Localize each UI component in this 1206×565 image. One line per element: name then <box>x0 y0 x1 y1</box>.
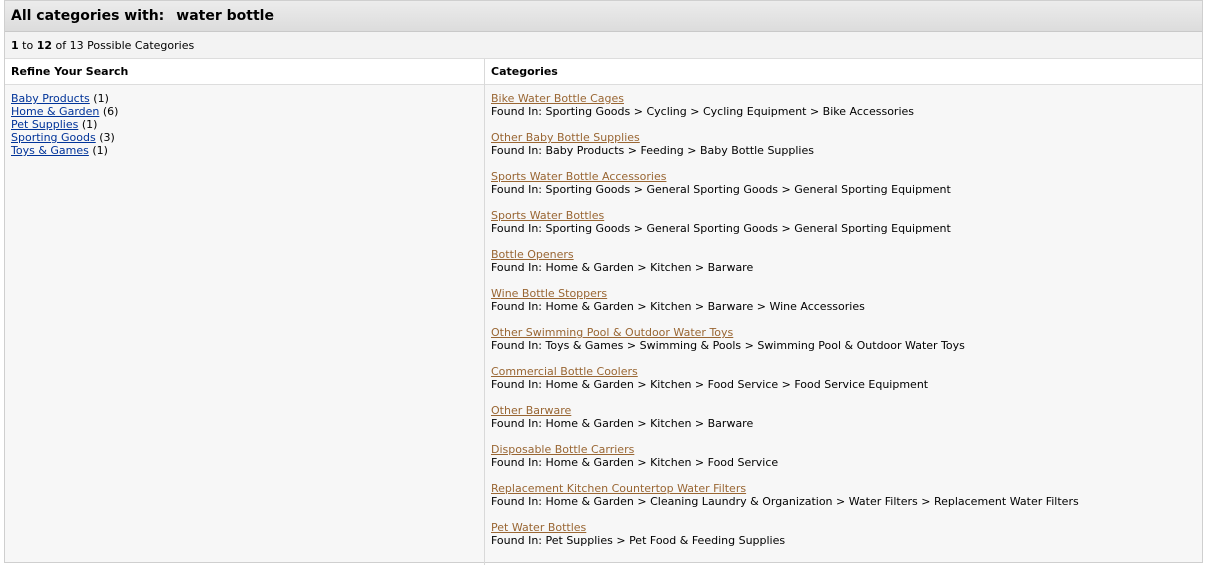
category-item: Bike Water Bottle Cages Found In: Sportin… <box>491 92 1196 118</box>
category-item: Disposable Bottle Carriers Found In: Home… <box>491 443 1196 469</box>
count-to: to <box>22 38 34 52</box>
category-path: Found In: Home & Garden > Kitchen > Barw… <box>491 300 865 313</box>
refine-link[interactable]: Toys & Games <box>11 144 89 157</box>
count-rest: of 13 Possible Categories <box>55 38 195 52</box>
category-path: Found In: Home & Garden > Kitchen > Barw… <box>491 261 754 274</box>
results-columns: Refine Your Search Baby Products (1) Home… <box>5 59 1202 565</box>
category-link[interactable]: Other Barware <box>491 404 571 417</box>
refine-count: (3) <box>99 131 115 144</box>
category-link[interactable]: Pet Water Bottles <box>491 521 586 534</box>
refine-list: Baby Products (1) Home & Garden (6) Pet Su… <box>5 85 484 157</box>
refine-count: (1) <box>92 144 108 157</box>
category-path: Found In: Baby Products > Feeding > Baby… <box>491 144 814 157</box>
refine-item: Home & Garden (6) <box>11 105 478 118</box>
category-results-panel: All categories with: water bottle 1 to 1… <box>4 0 1203 565</box>
category-path: Found In: Home & Garden > Kitchen > Barw… <box>491 417 754 430</box>
category-item: Sports Water Bottles Found In: Sporting G… <box>491 209 1196 235</box>
category-link[interactable]: Disposable Bottle Carriers <box>491 443 634 456</box>
results-header: All categories with: water bottle <box>5 1 1202 32</box>
category-path: Found In: Home & Garden > Kitchen > Food… <box>491 378 929 391</box>
category-path: Found In: Toys & Games > Swimming & Pool… <box>491 339 965 352</box>
category-path: Found In: Home & Garden > Kitchen > Food… <box>491 456 779 469</box>
category-link[interactable]: Bike Water Bottle Cages <box>491 92 624 105</box>
category-path: Found In: Sporting Goods > General Sport… <box>491 183 951 196</box>
category-item: Other Swimming Pool & Outdoor Water Toys… <box>491 326 1196 352</box>
refine-count: (6) <box>102 105 119 118</box>
category-link[interactable]: Other Baby Bottle Supplies <box>491 131 640 144</box>
category-item: Commercial Bottle Coolers Found In: Home … <box>491 365 1196 391</box>
refine-heading: Refine Your Search <box>5 59 484 85</box>
refine-link[interactable]: Baby Products <box>11 92 90 105</box>
category-path: Found In: Home & Garden > Cleaning Laund… <box>491 495 1079 508</box>
category-item: Wine Bottle Stoppers Found In: Home & Gar… <box>491 287 1196 313</box>
count-end: 12 <box>36 38 53 52</box>
categories-heading: Categories <box>485 59 1202 85</box>
refine-item: Pet Supplies (1) <box>11 118 478 131</box>
category-link[interactable]: Sports Water Bottle Accessories <box>491 170 666 183</box>
category-path: Found In: Pet Supplies > Pet Food & Feed… <box>491 534 786 547</box>
categories-column: Categories Bike Water Bottle Cages Found … <box>485 59 1202 565</box>
category-link[interactable]: Replacement Kitchen Countertop Water Fil… <box>491 482 746 495</box>
refine-item: Baby Products (1) <box>11 92 478 105</box>
category-link[interactable]: Wine Bottle Stoppers <box>491 287 607 300</box>
refine-link[interactable]: Sporting Goods <box>11 131 96 144</box>
category-item: Pet Water Bottles Found In: Pet Supplies … <box>491 521 1196 547</box>
refine-link[interactable]: Pet Supplies <box>11 118 78 131</box>
search-query: water bottle <box>176 8 274 24</box>
refine-count: (1) <box>93 92 109 105</box>
category-list: Bike Water Bottle Cages Found In: Sportin… <box>485 85 1202 547</box>
category-path: Found In: Sporting Goods > General Sport… <box>491 222 951 235</box>
category-link[interactable]: Other Swimming Pool & Outdoor Water Toys <box>491 326 733 339</box>
category-item: Other Barware Found In: Home & Garden > K… <box>491 404 1196 430</box>
count-start: 1 <box>11 38 19 52</box>
refine-column: Refine Your Search Baby Products (1) Home… <box>5 59 485 565</box>
refine-item: Toys & Games (1) <box>11 144 478 157</box>
header-label: All categories with: <box>11 8 165 24</box>
category-link[interactable]: Bottle Openers <box>491 248 574 261</box>
refine-count: (1) <box>81 118 98 131</box>
refine-item: Sporting Goods (3) <box>11 131 478 144</box>
category-link[interactable]: Commercial Bottle Coolers <box>491 365 638 378</box>
category-path: Found In: Sporting Goods > Cycling > Cyc… <box>491 105 914 118</box>
refine-link[interactable]: Home & Garden <box>11 105 99 118</box>
category-link[interactable]: Sports Water Bottles <box>491 209 604 222</box>
category-item: Bottle Openers Found In: Home & Garden > … <box>491 248 1196 274</box>
results-count: 1 to 12 of 13 Possible Categories <box>5 32 1202 59</box>
category-item: Sports Water Bottle Accessories Found In:… <box>491 170 1196 196</box>
category-item: Other Baby Bottle Supplies Found In: Baby… <box>491 131 1196 157</box>
category-item: Replacement Kitchen Countertop Water Fil… <box>491 482 1196 508</box>
